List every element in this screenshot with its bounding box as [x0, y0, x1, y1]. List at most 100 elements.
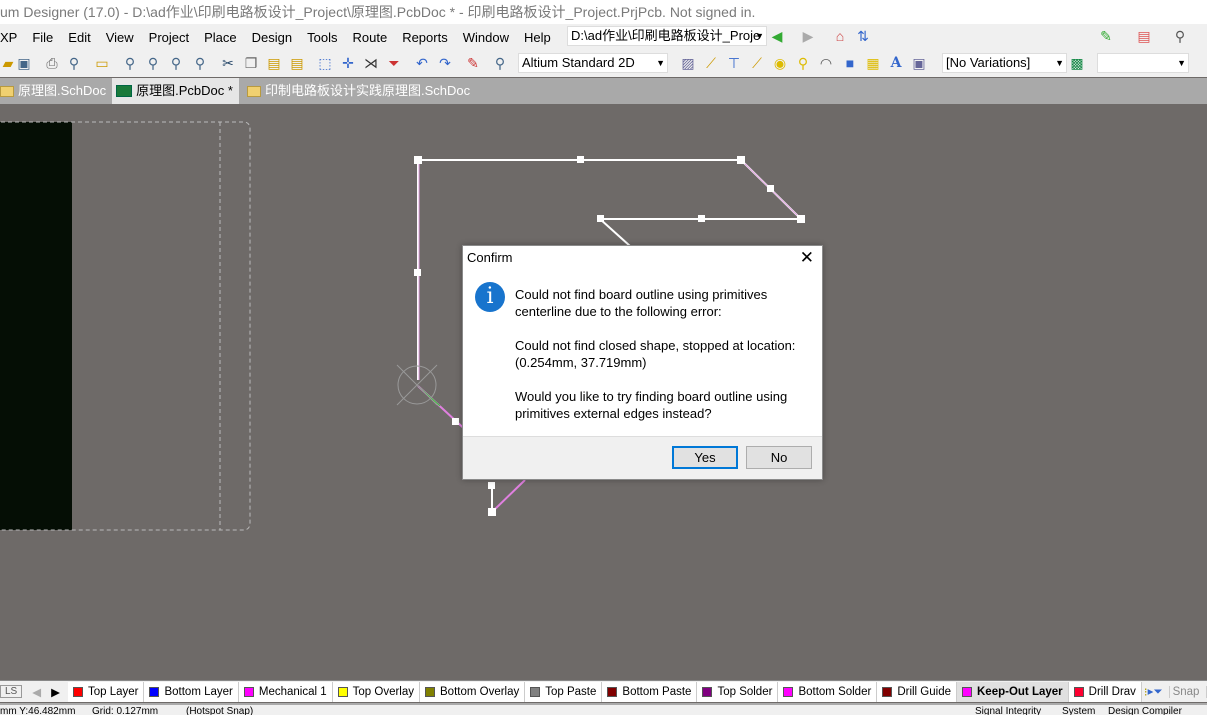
- open-icon[interactable]: ▰: [0, 55, 16, 71]
- chevron-down-icon: ▼: [1055, 58, 1064, 68]
- layer-tab-keep-out-layer[interactable]: Keep-Out Layer: [957, 681, 1069, 702]
- close-icon[interactable]: ✕: [800, 248, 814, 268]
- extra-combo[interactable]: ▼: [1097, 53, 1189, 73]
- variations-combo[interactable]: [No Variations] ▼: [942, 53, 1067, 73]
- undo-icon[interactable]: ↶: [414, 55, 430, 71]
- clear-filter-icon[interactable]: ⏷: [386, 55, 402, 71]
- schematic-folder-icon: [246, 85, 261, 97]
- layer-tab-mechanical-1[interactable]: Mechanical 1: [238, 681, 333, 702]
- tab-pcbdoc[interactable]: 原理图.PcbDoc *: [112, 78, 239, 104]
- panel-design-compiler[interactable]: Design Compiler: [1108, 705, 1182, 715]
- window-title: um Designer (17.0) - D:\ad作业\印刷电路板设计_Pro…: [0, 4, 756, 20]
- dialog-footer: Yes No: [463, 436, 822, 479]
- copy-icon[interactable]: ❐: [243, 55, 259, 71]
- crosshair-probe-icon[interactable]: ✎: [465, 55, 481, 71]
- menu-file[interactable]: File: [32, 30, 53, 45]
- menu-place[interactable]: Place: [204, 30, 237, 45]
- layer-color-swatch: [530, 686, 541, 697]
- yes-button[interactable]: Yes: [672, 446, 738, 469]
- deselect-icon[interactable]: ⋊: [363, 55, 379, 71]
- layer-tab-top-overlay[interactable]: Top Overlay: [332, 681, 420, 702]
- multiroute-icon[interactable]: ⟋: [749, 55, 765, 71]
- home-icon[interactable]: ⌂: [832, 28, 848, 44]
- layer-tab-drill-guide[interactable]: Drill Guide: [877, 681, 957, 702]
- print-icon[interactable]: ⎙: [44, 55, 60, 71]
- interactive-routing-icon[interactable]: ▨: [680, 55, 696, 71]
- zoom-filter-icon[interactable]: ⚲: [192, 55, 208, 71]
- browse-icon[interactable]: ⚲: [492, 55, 508, 71]
- component-icon[interactable]: ▣: [911, 55, 927, 71]
- layer-tab-top-layer[interactable]: Top Layer: [67, 681, 145, 702]
- layer-color-swatch: [607, 686, 618, 697]
- polygon-icon[interactable]: ▦: [865, 55, 881, 71]
- snap-button[interactable]: Snap: [1168, 685, 1203, 698]
- scroll-left-icon[interactable]: ◀: [32, 685, 41, 699]
- string-icon[interactable]: A: [888, 55, 904, 71]
- schematic-folder-icon: [0, 85, 14, 97]
- diff-pair-icon[interactable]: ⊤: [726, 55, 742, 71]
- menu-bar: XP File Edit View Project Place Design T…: [0, 24, 1207, 50]
- via-icon[interactable]: ⚲: [795, 55, 811, 71]
- fill-icon[interactable]: ■: [842, 55, 858, 71]
- zoom-fit-icon[interactable]: ⚲: [122, 55, 138, 71]
- route-icon[interactable]: ⟋: [703, 55, 719, 71]
- save-icon[interactable]: ▣: [16, 55, 32, 71]
- align-icon[interactable]: ▤: [1136, 28, 1152, 44]
- menu-help[interactable]: Help: [524, 30, 551, 45]
- menu-project[interactable]: Project: [149, 30, 189, 45]
- message-line: Could not find board outline using primi…: [515, 287, 768, 319]
- menu-xp[interactable]: XP: [0, 30, 17, 45]
- cursor-coordinates: mm Y:46.482mm: [0, 706, 76, 715]
- find-icon[interactable]: ⚲: [1172, 28, 1188, 44]
- layer-color-swatch: [702, 686, 713, 697]
- no-button[interactable]: No: [746, 446, 812, 469]
- menu-edit[interactable]: Edit: [68, 30, 90, 45]
- layer-label: Bottom Overlay: [440, 685, 520, 698]
- layer-tab-drill-drav[interactable]: Drill Drav: [1068, 681, 1142, 702]
- view-config-combo[interactable]: Altium Standard 2D ▼: [518, 53, 668, 73]
- message-line: Could not find closed shape, stopped at …: [515, 338, 796, 370]
- select-area-icon[interactable]: ⬚: [317, 55, 333, 71]
- layer-set-button[interactable]: LS: [0, 685, 23, 698]
- cut-icon[interactable]: ✂: [220, 55, 236, 71]
- layer-tab-bottom-solder[interactable]: Bottom Solder: [778, 681, 878, 702]
- layer-label: Mechanical 1: [258, 685, 327, 698]
- menu-view[interactable]: View: [106, 30, 134, 45]
- scroll-right-icon[interactable]: ▶: [51, 685, 60, 699]
- layer-tab-bottom-overlay[interactable]: Bottom Overlay: [420, 681, 526, 702]
- menu-route[interactable]: Route: [352, 30, 387, 45]
- move-icon[interactable]: ✛: [340, 55, 356, 71]
- measure-icon[interactable]: ✎: [1098, 28, 1114, 44]
- layer-label: Bottom Solder: [798, 685, 872, 698]
- layer-tab-bottom-layer[interactable]: Bottom Layer: [144, 681, 239, 702]
- panel-signal-integrity[interactable]: Signal Integrity: [975, 705, 1041, 715]
- print-preview-icon[interactable]: ⚲: [66, 55, 82, 71]
- pad-icon[interactable]: ◉: [772, 55, 788, 71]
- view-config-value: Altium Standard 2D: [522, 55, 635, 70]
- menu-design[interactable]: Design: [252, 30, 292, 45]
- open-panel-icon[interactable]: ▭: [94, 55, 110, 71]
- tab-schdoc[interactable]: 原理图.SchDoc: [0, 78, 112, 104]
- layer-tab-bottom-paste[interactable]: Bottom Paste: [602, 681, 698, 702]
- menu-tools[interactable]: Tools: [307, 30, 337, 45]
- board-icon[interactable]: ▩: [1069, 55, 1085, 71]
- back-icon[interactable]: ◀: [769, 28, 785, 44]
- layer-tab-top-paste[interactable]: Top Paste: [525, 681, 603, 702]
- zoom-selected-icon[interactable]: ⚲: [168, 55, 184, 71]
- pcb-icon: [116, 85, 133, 97]
- forward-icon[interactable]: ▶: [800, 28, 816, 44]
- panel-system[interactable]: System: [1062, 705, 1095, 715]
- tab-practice-schdoc[interactable]: 印制电路板设计实践原理图.SchDoc: [239, 78, 476, 104]
- layer-tab-top-solder[interactable]: Top Solder: [697, 681, 779, 702]
- zoom-area-icon[interactable]: ⚲: [145, 55, 161, 71]
- filter-icon[interactable]: ▸⏷: [1148, 684, 1163, 699]
- menu-reports[interactable]: Reports: [402, 30, 448, 45]
- refresh-document-icon[interactable]: ⇅: [855, 28, 871, 44]
- rubber-stamp-icon[interactable]: ▤: [289, 55, 305, 71]
- paste-icon[interactable]: ▤: [266, 55, 282, 71]
- arc-icon[interactable]: ◠: [818, 55, 834, 71]
- redo-icon[interactable]: ↷: [437, 55, 453, 71]
- path-combo[interactable]: D:\ad作业\印刷电路板设计_Proje ▼: [567, 26, 767, 46]
- menu-window[interactable]: Window: [463, 30, 509, 45]
- title-bar: um Designer (17.0) - D:\ad作业\印刷电路板设计_Pro…: [0, 0, 1207, 24]
